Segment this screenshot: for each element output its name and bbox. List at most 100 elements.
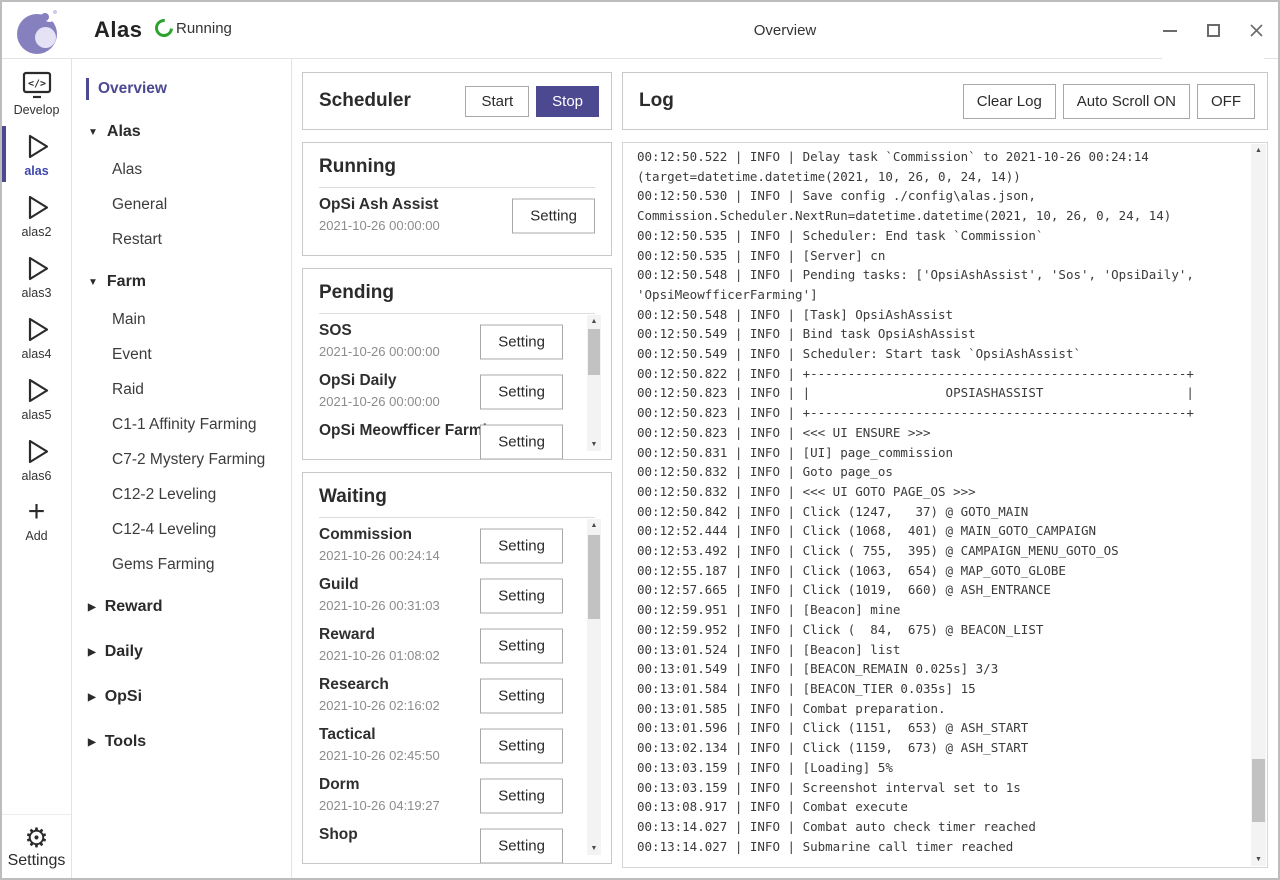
log-line: 00:12:52.444 | INFO | Click (1068, 401) … — [637, 521, 1247, 541]
log-line: 00:12:50.832 | INFO | <<< UI GOTO PAGE_O… — [637, 482, 1247, 502]
log-line: 00:12:57.665 | INFO | Click (1019, 660) … — [637, 580, 1247, 600]
log-title: Log — [639, 90, 674, 112]
task-setting-button[interactable]: Setting — [480, 679, 563, 714]
close-button[interactable] — [1248, 23, 1264, 39]
running-spinner-icon — [151, 15, 176, 40]
log-output: 00:12:50.522 | INFO | Delay task `Commis… — [622, 142, 1268, 868]
rail-item-alas[interactable]: alas — [2, 124, 71, 184]
task-setting-button[interactable]: Setting — [480, 375, 563, 410]
stop-button[interactable]: Stop — [536, 86, 599, 117]
app-title: Alas — [94, 17, 142, 43]
rail-item-alas5[interactable]: alas5 — [2, 368, 71, 428]
nav-item-raid[interactable]: Raid — [72, 372, 291, 407]
rail-item-label: alas — [24, 164, 48, 178]
task-setting-button[interactable]: Setting — [480, 829, 563, 864]
minimize-icon — [1163, 30, 1177, 32]
log-line: 00:12:50.842 | INFO | Click (1247, 37) @… — [637, 502, 1247, 522]
log-line: 00:12:55.187 | INFO | Click (1063, 654) … — [637, 561, 1247, 581]
rail-item-alas3[interactable]: alas3 — [2, 246, 71, 306]
task-setting-button[interactable]: Setting — [480, 325, 563, 360]
nav-section-tools[interactable]: ▶Tools — [72, 722, 291, 762]
log-line: 00:12:50.823 | INFO | | OPSIASHASSIST | — [637, 383, 1247, 403]
rail-item-alas2[interactable]: alas2 — [2, 185, 71, 245]
log-line: 00:12:50.548 | INFO | Pending tasks: ['O… — [637, 265, 1247, 285]
waiting-scrollbar[interactable]: ▲ ▼ — [587, 519, 601, 855]
nav-section-label: Farm — [107, 273, 146, 291]
start-button[interactable]: Start — [465, 86, 529, 117]
task-row: Dorm2021-10-26 04:19:27Setting — [319, 771, 565, 821]
nav-section-reward[interactable]: ▶Reward — [72, 587, 291, 627]
task-setting-button[interactable]: Setting — [480, 779, 563, 814]
nav-item-gems-farming[interactable]: Gems Farming — [72, 547, 291, 582]
pending-scrollbar[interactable]: ▲ ▼ — [587, 315, 601, 451]
nav-section-opsi[interactable]: ▶OpSi — [72, 677, 291, 717]
play-icon — [21, 314, 52, 345]
log-line: 00:13:08.917 | INFO | Combat execute — [637, 797, 1247, 817]
nav-item-alas[interactable]: Alas — [72, 152, 291, 187]
scroll-up-icon[interactable]: ▲ — [587, 315, 601, 328]
log-scrollbar[interactable]: ▲ ▼ — [1251, 144, 1266, 866]
nav-item-c12-4-leveling[interactable]: C12-4 Leveling — [72, 512, 291, 547]
nav-item-overview[interactable]: Overview — [72, 71, 291, 107]
play-icon — [21, 436, 52, 467]
clear-log-button[interactable]: Clear Log — [963, 84, 1056, 119]
rail-item-label: alas4 — [22, 347, 52, 361]
log-line: 00:12:50.549 | INFO | Scheduler: Start t… — [637, 344, 1247, 364]
status-text: Running — [176, 20, 232, 37]
task-row: ShopSetting — [319, 821, 565, 864]
nav-item-event[interactable]: Event — [72, 337, 291, 372]
scrollbar-thumb[interactable] — [588, 535, 600, 619]
rail-item-alas6[interactable]: alas6 — [2, 429, 71, 489]
scroll-down-icon[interactable]: ▼ — [1251, 853, 1266, 866]
log-line: 00:12:59.951 | INFO | [Beacon] mine — [637, 600, 1247, 620]
task-setting-button[interactable]: Setting — [480, 579, 563, 614]
auto-scroll-on-button[interactable]: Auto Scroll ON — [1063, 84, 1190, 119]
nav-item-c12-2-leveling[interactable]: C12-2 Leveling — [72, 477, 291, 512]
rail-item-label: alas6 — [22, 469, 52, 483]
task-setting-button[interactable]: Setting — [480, 729, 563, 764]
nav-sections: ▼AlasAlasGeneralRestart ▼FarmMainEventRai… — [72, 112, 291, 762]
task-setting-button[interactable]: Setting — [480, 629, 563, 664]
log-line: 00:13:01.596 | INFO | Click (1151, 653) … — [637, 718, 1247, 738]
play-icon — [21, 192, 52, 223]
rail-item-settings[interactable]: ⚙ Settings — [2, 814, 71, 878]
log-line: 00:12:50.823 | INFO | +-----------------… — [637, 403, 1247, 423]
scrollbar-thumb[interactable] — [1252, 759, 1265, 822]
log-line: 00:13:14.027 | INFO | Combat auto check … — [637, 817, 1247, 837]
nav-item-restart[interactable]: Restart — [72, 222, 291, 257]
nav-item-main[interactable]: Main — [72, 302, 291, 337]
minimize-button[interactable] — [1162, 23, 1178, 39]
rail-instance-list: alas alas2 alas3 alas4 alas5 alas6 — [2, 124, 71, 490]
scroll-up-icon[interactable]: ▲ — [587, 519, 601, 532]
task-setting-button[interactable]: Setting — [512, 199, 595, 234]
scrollbar-thumb[interactable] — [588, 329, 600, 375]
log-line: 00:12:59.952 | INFO | Click ( 84, 675) @… — [637, 620, 1247, 640]
pending-title: Pending — [319, 282, 595, 304]
rail-item-label: alas3 — [22, 286, 52, 300]
nav-section-alas[interactable]: ▼Alas — [72, 112, 291, 152]
log-line: 00:12:50.549 | INFO | Bind task OpsiAshA… — [637, 324, 1247, 344]
gear-icon: ⚙ — [24, 824, 48, 852]
maximize-button[interactable] — [1205, 23, 1221, 39]
scroll-down-icon[interactable]: ▼ — [587, 438, 601, 451]
rail-item-alas4[interactable]: alas4 — [2, 307, 71, 367]
rail-item-label: Add — [25, 529, 47, 543]
log-line: (target=datetime.datetime(2021, 10, 26, … — [637, 167, 1247, 187]
task-setting-button[interactable]: Setting — [480, 425, 563, 460]
log-line: 00:13:03.159 | INFO | Screenshot interva… — [637, 778, 1247, 798]
nav-item-c1-1-affinity-farming[interactable]: C1-1 Affinity Farming — [72, 407, 291, 442]
auto-scroll-off-button[interactable]: OFF — [1197, 84, 1255, 119]
scroll-down-icon[interactable]: ▼ — [587, 842, 601, 855]
rail-item-add[interactable]: + Add — [2, 490, 71, 549]
instance-rail: </> Develop alasalas2alas3alas4alas5alas… — [2, 59, 72, 878]
page-title: Overview — [292, 22, 1278, 39]
nav-item-general[interactable]: General — [72, 187, 291, 222]
task-setting-button[interactable]: Setting — [480, 529, 563, 564]
nav-section-farm[interactable]: ▼Farm — [72, 262, 291, 302]
rail-item-develop[interactable]: </> Develop — [2, 63, 71, 123]
scheduler-panel: Scheduler Start Stop — [302, 72, 612, 130]
task-row: OpSi Ash Assist2021-10-26 00:00:00Settin… — [319, 191, 595, 241]
nav-section-daily[interactable]: ▶Daily — [72, 632, 291, 672]
nav-item-c7-2-mystery-farming[interactable]: C7-2 Mystery Farming — [72, 442, 291, 477]
scroll-up-icon[interactable]: ▲ — [1251, 144, 1266, 157]
